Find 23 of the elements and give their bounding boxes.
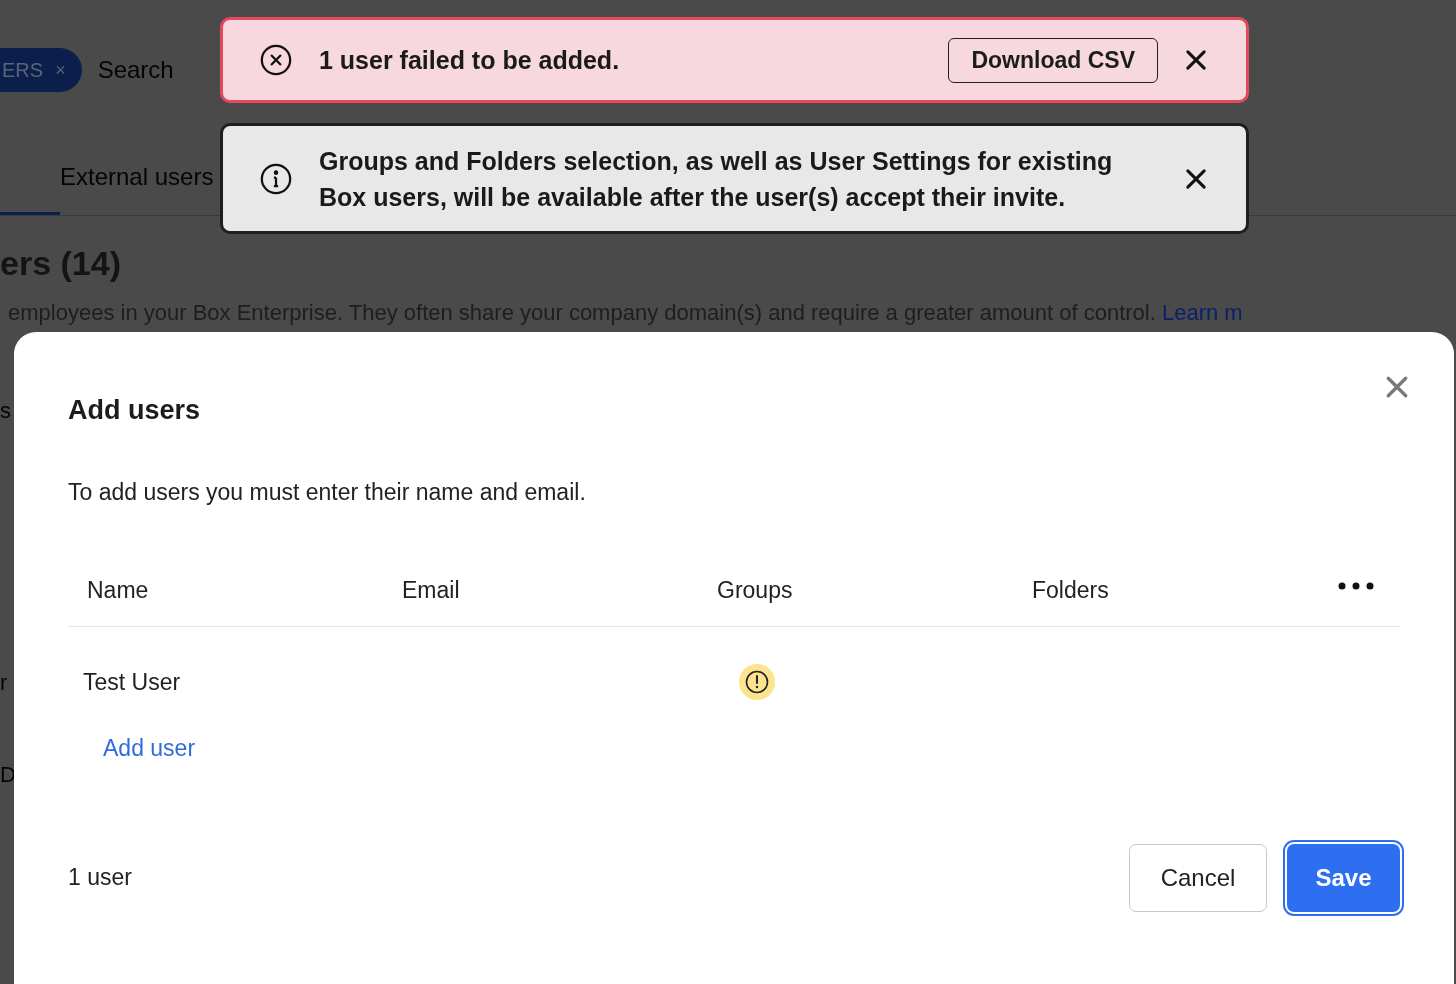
download-button[interactable]: Download CSV (948, 37, 1158, 83)
add-user-link[interactable]: Add user (103, 731, 1400, 766)
dialog-instructions: To add users you must enter their name and email. (68, 477, 587, 507)
table-cell-text: r (0, 672, 9, 694)
dialog-title: Add users (68, 394, 201, 427)
table-cell-text: s (0, 400, 12, 422)
filter-chip[interactable]: ERS × (0, 48, 82, 92)
search-field[interactable]: Search (97, 48, 218, 92)
cancel-button[interactable]: Cancel (1129, 843, 1267, 912)
tab[interactable]: External users (60, 159, 214, 215)
user-count: 1 user (68, 863, 132, 893)
error-icon (259, 43, 293, 77)
column-header: Name (87, 576, 150, 606)
table-cell-text: Test User (83, 667, 182, 697)
table-cell: D (0, 764, 14, 786)
more-icon[interactable] (1337, 580, 1375, 591)
column-header: Groups (717, 576, 794, 606)
close-icon[interactable]: × (55, 56, 66, 84)
notification-message: 1 user failed to be added. (319, 45, 621, 76)
notification-message: Groups and Folders selection, as well as User Settings for existing Box users, will be available after the user(s) accept their invite. (319, 145, 1114, 213)
column-header: Folders (1032, 576, 1110, 606)
info-icon (259, 161, 293, 196)
column-header: Email (402, 576, 461, 606)
